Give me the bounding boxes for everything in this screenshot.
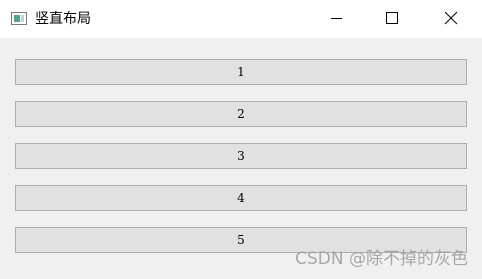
- minimize-button[interactable]: [313, 0, 359, 38]
- window-app-icon: [11, 12, 27, 25]
- watermark-text: CSDN @除不掉的灰色: [295, 249, 468, 269]
- maximize-icon: [386, 12, 398, 24]
- title-bar[interactable]: 竖直布局: [0, 0, 482, 38]
- maximize-button[interactable]: [369, 0, 415, 38]
- push-button-1[interactable]: 1: [15, 59, 467, 85]
- close-icon: [444, 11, 458, 25]
- push-button-3[interactable]: 3: [15, 143, 467, 169]
- main-window: 竖直布局 1 2 3 4 5 CSDN @除不掉的灰色: [0, 0, 482, 279]
- push-button-2[interactable]: 2: [15, 101, 467, 127]
- minimize-icon: [331, 18, 342, 19]
- window-title: 竖直布局: [35, 11, 91, 27]
- push-button-4[interactable]: 4: [15, 185, 467, 211]
- close-button[interactable]: [427, 0, 473, 38]
